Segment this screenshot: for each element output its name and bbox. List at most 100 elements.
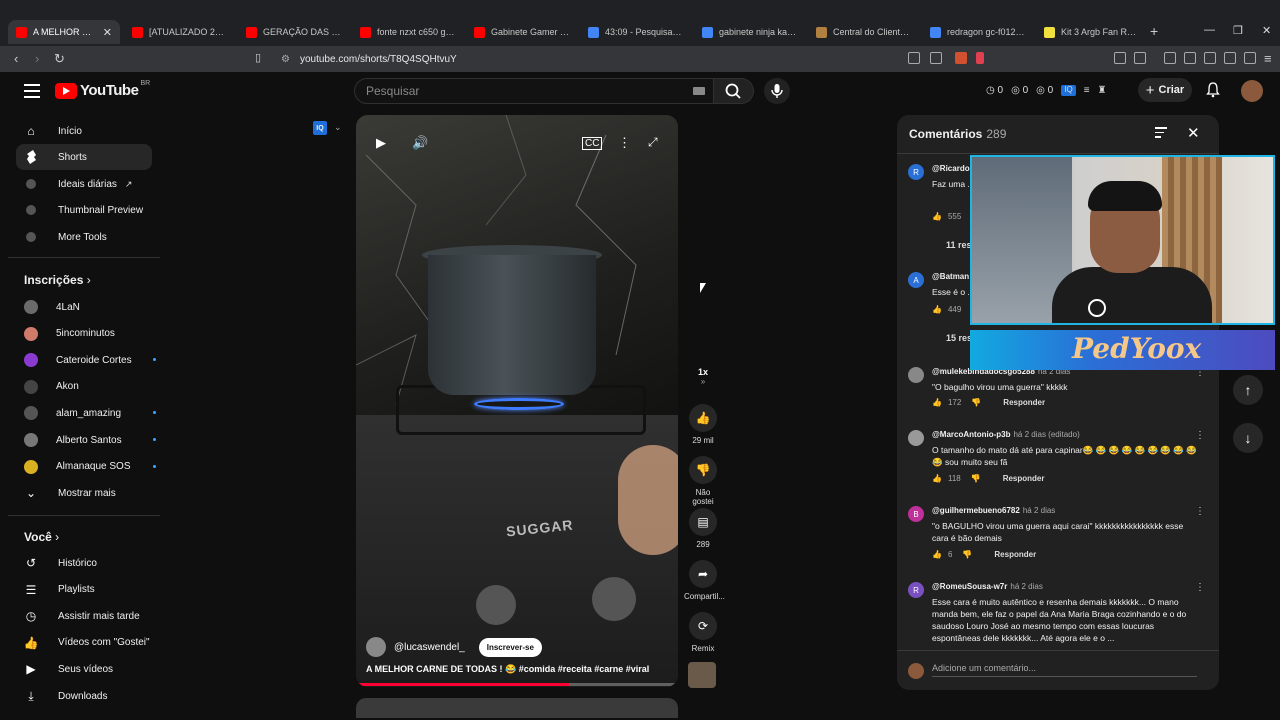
iq-extension-badge[interactable]: IQ (313, 121, 327, 135)
subscribe-button[interactable]: Inscrever-se (478, 637, 542, 657)
play-icon[interactable]: ▶ (376, 135, 386, 151)
next-short-button[interactable]: ↓ (1233, 423, 1263, 453)
account-avatar[interactable] (1241, 80, 1263, 102)
reply-button[interactable]: Responder (1003, 398, 1045, 407)
reply-button[interactable]: Responder (1003, 474, 1045, 483)
browser-tab[interactable]: redragon gc-f012 - Pe... (922, 20, 1034, 44)
sidebar-item-ideias-diarias[interactable]: Ideais diárias ↗ (16, 171, 152, 197)
screenshot-icon[interactable] (1134, 52, 1146, 64)
commenter-avatar[interactable]: R (908, 164, 924, 180)
vpn-icon[interactable] (1244, 52, 1256, 64)
sidebar-item-thumbs-up[interactable]: 👍 Vídeos com "Gostei" (16, 630, 152, 656)
captions-icon[interactable]: CC (582, 137, 603, 150)
browser-tab[interactable]: Gabinete Gamer Ninja ... (466, 20, 578, 44)
subscriptions-heading[interactable]: Inscrições › (24, 273, 91, 287)
close-tab-icon[interactable]: ✕ (103, 26, 112, 39)
browser-tab[interactable]: Kit 3 Argb Fan Redrag... (1036, 20, 1148, 44)
subscription-item[interactable]: alam_amazing (16, 400, 156, 426)
previous-short-button[interactable]: ↑ (1233, 375, 1263, 405)
sort-icon[interactable] (1155, 127, 1167, 141)
channel-avatar[interactable] (366, 637, 386, 657)
next-short-preview[interactable] (356, 698, 678, 718)
search-button[interactable] (714, 78, 754, 104)
commenter-handle[interactable]: @RomeuSousa-w7r há 2 dias (932, 582, 1043, 591)
browser-tab[interactable]: A MELHOR CA... ✕ (8, 20, 120, 44)
maximize-icon[interactable]: ❐ (1233, 24, 1243, 37)
more-options-icon[interactable]: ⋮ (618, 135, 631, 151)
menu-icon[interactable]: ≡ (1264, 51, 1272, 66)
you-heading[interactable]: Você › (24, 530, 59, 544)
browser-tab[interactable]: GERAÇÃO DAS PLACA... (238, 20, 350, 44)
commenter-handle[interactable]: @Ricardo (932, 164, 973, 173)
browser-tab[interactable]: fonte nzxt c650 gold -... (352, 20, 464, 44)
list-icon[interactable]: ≡ (1084, 85, 1090, 96)
media-icon[interactable] (1164, 52, 1176, 64)
playback-speed[interactable]: 1x » (684, 367, 722, 386)
reload-icon[interactable]: ↻ (54, 51, 65, 67)
dislike-button[interactable]: 👎 Não gostei (684, 456, 722, 506)
sidebar-item-playlist[interactable]: ☰ Playlists (16, 577, 152, 603)
sidebar-item-home[interactable]: ⌂ Início (16, 118, 152, 144)
comment-more-icon[interactable]: ⋮ (1195, 506, 1205, 517)
browser-tab[interactable]: Central do Cliente : TE... (808, 20, 920, 44)
commenter-handle[interactable]: @Batman (932, 272, 972, 281)
voice-search-button[interactable] (764, 78, 790, 104)
comments-button[interactable]: ▤ 289 (684, 508, 722, 549)
comment-more-icon[interactable]: ⋮ (1195, 582, 1205, 593)
close-window-icon[interactable]: ✕ (1262, 24, 1271, 37)
short-title[interactable]: A MELHOR CARNE DE TODAS ! 😂 #comida #rec… (366, 664, 649, 675)
new-tab-button[interactable]: + (1150, 23, 1158, 39)
reply-button[interactable]: Responder (994, 550, 1036, 559)
brave-shield-icon[interactable] (955, 52, 967, 64)
commenter-handle[interactable]: @guilhermebueno6782 há 2 dias (932, 506, 1055, 515)
menu-hamburger-icon[interactable] (24, 84, 40, 102)
bookmark-icon[interactable]: ▯ (255, 51, 261, 64)
subscription-item[interactable]: Akon (16, 374, 152, 400)
rewards-icon[interactable] (976, 52, 984, 64)
site-info-icon[interactable]: ⚙ (281, 54, 290, 65)
comment-more-icon[interactable]: ⋮ (1195, 430, 1205, 441)
commenter-avatar[interactable]: R (908, 582, 924, 598)
like-button[interactable]: 👍 29 mil (684, 404, 722, 445)
show-more-button[interactable]: ⌄ Mostrar mais (16, 480, 152, 506)
sidebar-item-more-tools[interactable]: More Tools (16, 224, 152, 250)
comment-like-icon[interactable]: 👍 (932, 398, 942, 407)
sidebar-item-clock[interactable]: ◷ Assistir mais tarde (16, 603, 152, 629)
browser-tab[interactable]: gabinete ninja kazan x... (694, 20, 806, 44)
comment-dislike-icon[interactable]: 👎 (971, 474, 981, 483)
create-button[interactable]: + Criar (1138, 78, 1192, 102)
commenter-handle[interactable]: @MarcoAntonio-p3b há 2 dias (editado) (932, 430, 1080, 439)
commenter-avatar[interactable] (908, 430, 924, 446)
short-video-player[interactable]: SUGGAR ▶ 🔊 CC ⋮ ⤢ @lucaswendel_ Inscreve… (356, 115, 678, 687)
subscription-item[interactable]: Alberto Santos (16, 427, 156, 453)
channel-name[interactable]: @lucaswendel_ (394, 642, 465, 653)
remix-button[interactable]: ⟳ Remix (684, 612, 722, 653)
wallet-icon[interactable] (1204, 52, 1216, 64)
back-icon[interactable]: ‹ (14, 51, 18, 66)
commenter-avatar[interactable]: A (908, 272, 924, 288)
add-comment-input[interactable]: Adicione um comentário... (932, 663, 1197, 677)
stats-extension[interactable]: ◷ 0 ◎ 0 ◎ 0 IQ ≡ ♜ (986, 85, 1107, 96)
comment-like-icon[interactable]: 👍 (932, 212, 942, 221)
minimize-icon[interactable]: — (1204, 24, 1215, 36)
commenter-avatar[interactable]: B (908, 506, 924, 522)
subscription-item[interactable]: Cateroide Cortes (16, 347, 156, 373)
chevron-down-icon[interactable]: ⌄ (334, 122, 342, 133)
comment-dislike-icon[interactable]: 👎 (962, 550, 972, 559)
close-icon[interactable]: ✕ (1187, 124, 1200, 142)
browser-tab[interactable]: 43:09 - Pesquisa Goog... (580, 20, 692, 44)
ai-icon[interactable] (1224, 52, 1236, 64)
reading-list-icon[interactable] (1184, 52, 1196, 64)
forward-icon[interactable]: › (35, 51, 39, 66)
subscription-item[interactable]: 5incominutos (16, 321, 152, 347)
extensions-icon[interactable] (1114, 52, 1126, 64)
comment-dislike-icon[interactable]: 👎 (971, 398, 981, 407)
sidebar-item-video[interactable]: ▶ Seus vídeos (16, 656, 152, 682)
url-field[interactable]: ⚙ youtube.com/shorts/T8Q4SQHtvuY (273, 49, 923, 69)
sound-thumbnail[interactable] (688, 662, 716, 688)
subscription-item[interactable]: 4LaN (16, 294, 152, 320)
trophy-icon[interactable]: ♜ (1098, 85, 1107, 96)
comment-like-icon[interactable]: 👍 (932, 550, 942, 559)
sidebar-item-shorts[interactable]: Shorts (16, 144, 152, 170)
sidebar-item-thumbnail-preview[interactable]: Thumbnail Preview (16, 197, 152, 223)
